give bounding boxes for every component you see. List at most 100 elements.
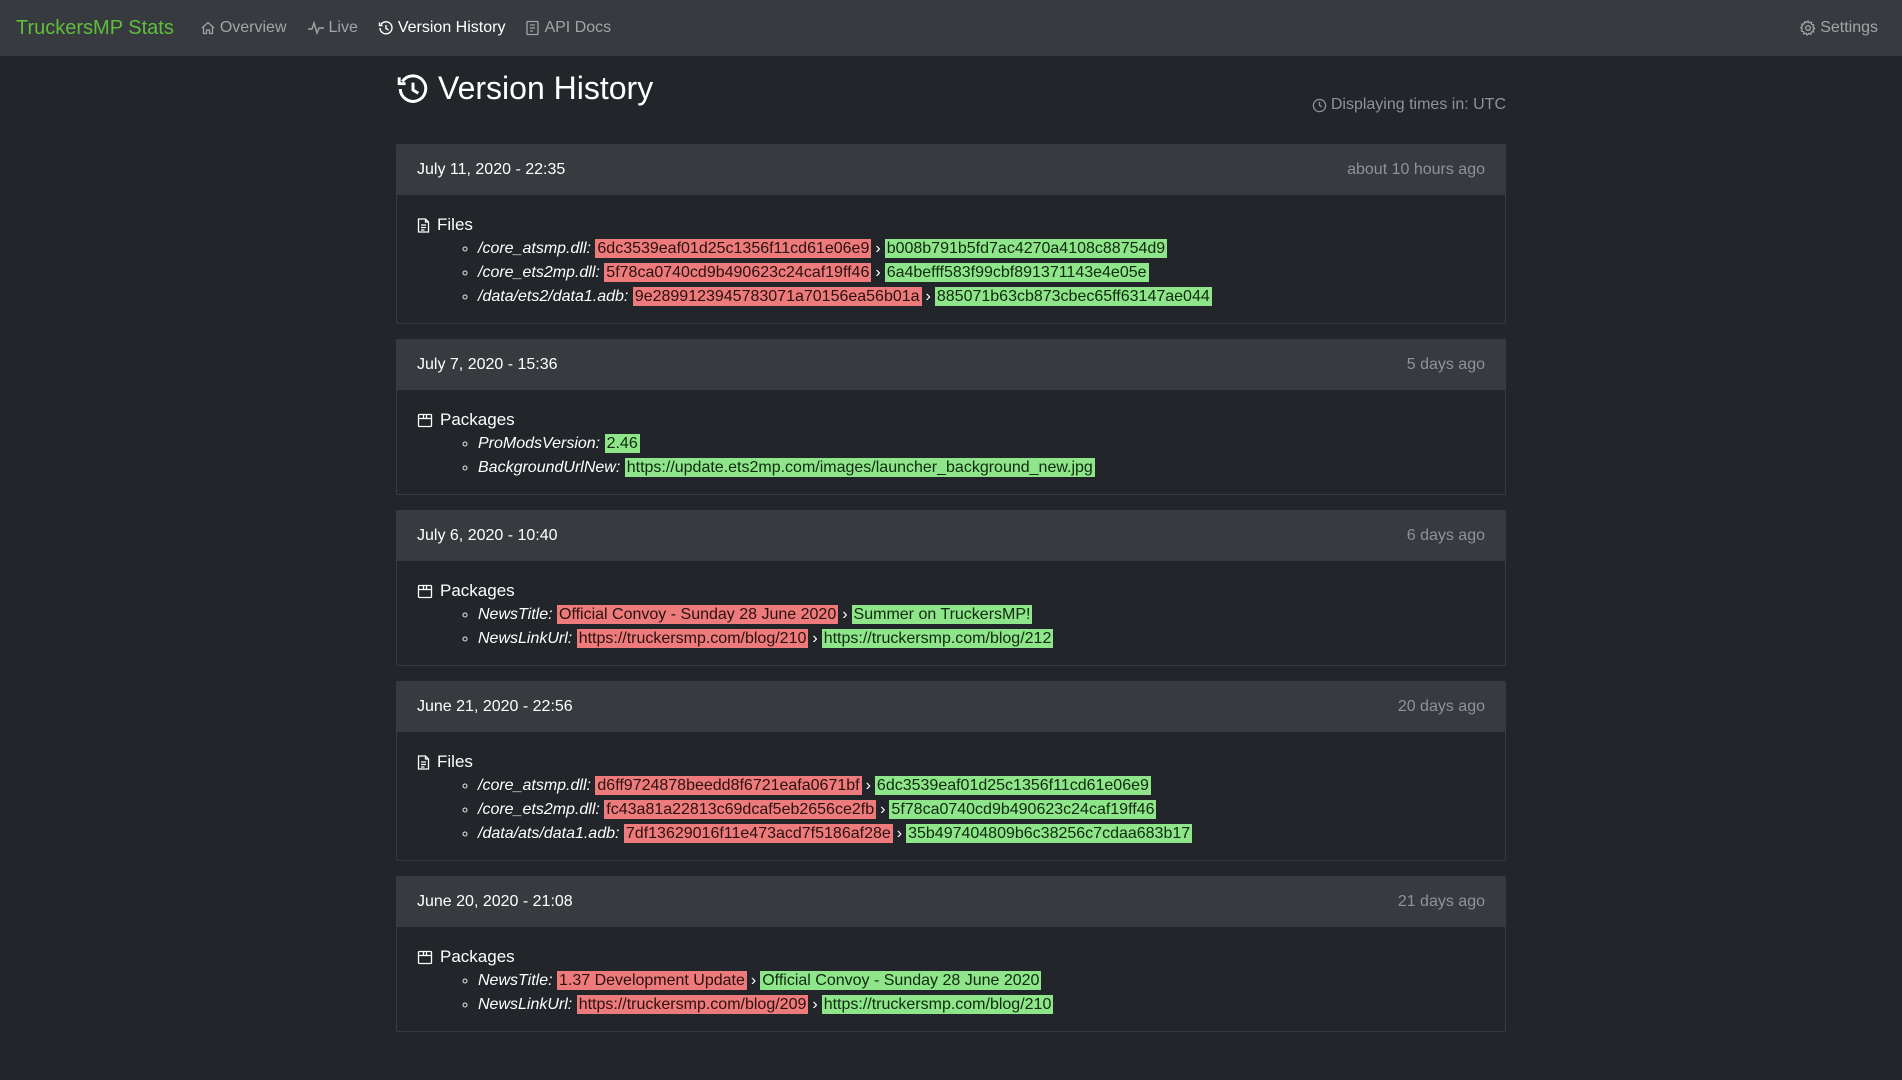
nav-link-label: Version History bbox=[397, 19, 506, 36]
nav-link-version-history[interactable]: Version History bbox=[378, 19, 506, 37]
entry-relative-time: 21 days ago bbox=[1397, 893, 1485, 910]
entry-date: June 21, 2020 - 22:56 bbox=[417, 698, 573, 715]
changes-list: /core_atsmp.dll: 6dc3539eaf01d25c1356f11… bbox=[417, 237, 1485, 309]
new-value: 6dc3539eaf01d25c1356f11cd61e06e9 bbox=[874, 776, 1151, 795]
file-icon bbox=[417, 754, 430, 770]
entry-date: July 11, 2020 - 22:35 bbox=[417, 161, 566, 178]
book-icon bbox=[526, 20, 540, 36]
entry-body: Packages NewsTitle: 1.37 Development Upda… bbox=[397, 927, 1505, 1031]
page-header: Version History Displaying times in: UTC bbox=[396, 70, 1506, 136]
change-key: NewsTitle: bbox=[478, 606, 553, 623]
change-arrow: › bbox=[875, 240, 881, 257]
home-icon bbox=[201, 21, 215, 35]
entry-header: July 11, 2020 - 22:35 about 10 hours ago bbox=[397, 145, 1505, 195]
gear-icon bbox=[1800, 20, 1816, 36]
old-value: https://truckersmp.com/blog/210 bbox=[576, 629, 809, 648]
change-item: /core_atsmp.dll: d6ff9724878beedd8f6721e… bbox=[478, 774, 1485, 798]
change-item: NewsTitle: 1.37 Development Update›Offic… bbox=[478, 969, 1485, 993]
main-content: Version History Displaying times in: UTC… bbox=[396, 56, 1506, 1032]
old-value: 6dc3539eaf01d25c1356f11cd61e06e9 bbox=[595, 239, 872, 258]
change-arrow: › bbox=[925, 288, 931, 305]
change-item: /data/ets2/data1.adb: 9e2899123945783071… bbox=[478, 285, 1485, 309]
old-value: d6ff9724878beedd8f6721eafa0671bf bbox=[595, 776, 862, 795]
new-value: b008b791b5fd7ac4270a4108c88754d9 bbox=[884, 239, 1168, 258]
entry-header: June 20, 2020 - 21:08 21 days ago bbox=[397, 877, 1505, 927]
entry-body: Files/core_atsmp.dll: 6dc3539eaf01d25c13… bbox=[397, 195, 1505, 323]
brand-link[interactable]: TruckersMP Stats bbox=[16, 17, 174, 40]
change-item: /core_atsmp.dll: 6dc3539eaf01d25c1356f11… bbox=[478, 237, 1485, 261]
entry-body: Packages ProModsVersion: 2.46 BackgroundUr… bbox=[397, 390, 1505, 494]
nav-link-settings[interactable]: Settings bbox=[1800, 19, 1878, 37]
change-arrow: › bbox=[880, 801, 886, 818]
package-icon bbox=[417, 413, 433, 427]
new-value: Summer on TruckersMP! bbox=[851, 605, 1033, 624]
change-arrow: › bbox=[896, 825, 903, 842]
entry-date: June 20, 2020 - 21:08 bbox=[417, 893, 573, 910]
new-value: Official Convoy - Sunday 28 June 2020 bbox=[760, 971, 1042, 990]
nav-link-label: Live bbox=[328, 19, 358, 36]
change-item: NewsLinkUrl: https://truckersmp.com/blog… bbox=[478, 627, 1485, 651]
change-arrow: › bbox=[865, 777, 871, 794]
new-value: https://update.ets2mp.com/images/launche… bbox=[624, 458, 1095, 477]
version-entries-list: July 11, 2020 - 22:35 about 10 hours ago F… bbox=[396, 144, 1506, 1032]
nav-link-api-docs[interactable]: API Docs bbox=[525, 19, 611, 37]
change-arrow: › bbox=[750, 972, 757, 989]
version-entry-card: July 6, 2020 - 10:40 6 days ago Packages Ne… bbox=[396, 510, 1506, 666]
old-value: fc43a81a22813c69dcaf5eb2656ce2fb bbox=[604, 800, 877, 819]
new-value: 35b497404809b6c38256c7cdaa683b17 bbox=[906, 824, 1193, 843]
version-entry-card: June 20, 2020 - 21:08 21 days ago Packages… bbox=[396, 876, 1506, 1032]
entry-relative-time: about 10 hours ago bbox=[1347, 161, 1485, 178]
entry-section-title: Packages bbox=[417, 947, 1485, 967]
change-arrow: › bbox=[812, 630, 818, 647]
settings-label: Settings bbox=[1820, 19, 1878, 36]
change-arrow: › bbox=[812, 996, 818, 1013]
package-icon bbox=[417, 950, 433, 964]
change-key: /core_atsmp.dll: bbox=[478, 777, 591, 794]
change-item: /core_ets2mp.dll: 5f78ca0740cd9b490623c2… bbox=[478, 261, 1485, 285]
nav-link-overview[interactable]: Overview bbox=[200, 19, 287, 37]
new-value: https://truckersmp.com/blog/212 bbox=[821, 629, 1054, 648]
entry-section-title: Packages bbox=[417, 410, 1485, 430]
top-navbar: TruckersMP Stats Overview Live Version H… bbox=[0, 0, 1902, 56]
version-entry-card: July 11, 2020 - 22:35 about 10 hours ago F… bbox=[396, 144, 1506, 324]
timezone-note-text: Displaying times in: UTC bbox=[1330, 96, 1506, 113]
section-title-text: Packages bbox=[440, 947, 515, 966]
file-icon bbox=[417, 217, 430, 233]
change-key: /data/ats/data1.adb: bbox=[478, 825, 620, 842]
change-key: /core_ets2mp.dll: bbox=[478, 801, 600, 818]
change-key: /data/ets2/data1.adb: bbox=[478, 288, 629, 305]
timezone-note[interactable]: Displaying times in: UTC bbox=[1312, 96, 1506, 114]
entry-header: June 21, 2020 - 22:56 20 days ago bbox=[397, 682, 1505, 732]
changes-list: /core_atsmp.dll: d6ff9724878beedd8f6721e… bbox=[417, 774, 1485, 846]
entry-date: July 7, 2020 - 15:36 bbox=[417, 356, 558, 373]
page-title-text: Version History bbox=[438, 70, 654, 106]
changes-list: ProModsVersion: 2.46 BackgroundUrlNew: ht… bbox=[417, 432, 1485, 480]
change-key: NewsLinkUrl: bbox=[478, 996, 573, 1013]
entry-body: Packages NewsTitle: Official Convoy - Sun… bbox=[397, 561, 1505, 665]
version-entry-card: July 7, 2020 - 15:36 5 days ago Packages Pr… bbox=[396, 339, 1506, 495]
change-arrow: › bbox=[842, 606, 848, 623]
change-arrow: › bbox=[875, 264, 881, 281]
old-value: 7df13629016f11e473acd7f5186af28e bbox=[623, 824, 893, 843]
entry-header: July 6, 2020 - 10:40 6 days ago bbox=[397, 511, 1505, 561]
section-title-text: Packages bbox=[440, 410, 515, 429]
clock-icon bbox=[1312, 98, 1327, 112]
old-value: Official Convoy - Sunday 28 June 2020 bbox=[557, 605, 839, 624]
change-item: NewsLinkUrl: https://truckersmp.com/blog… bbox=[478, 993, 1485, 1017]
new-value: 2.46 bbox=[604, 434, 640, 453]
entry-body: Files/core_atsmp.dll: d6ff9724878beedd8f… bbox=[397, 732, 1505, 860]
change-key: /core_ets2mp.dll: bbox=[478, 264, 600, 281]
section-title-text: Files bbox=[437, 752, 473, 771]
change-key: ProModsVersion: bbox=[478, 435, 601, 452]
change-item: BackgroundUrlNew: https://update.ets2mp.… bbox=[478, 456, 1485, 480]
new-value: 885071b63cb873cbec65ff63147ae044 bbox=[934, 287, 1212, 306]
changes-list: NewsTitle: Official Convoy - Sunday 28 J… bbox=[417, 603, 1485, 651]
entry-relative-time: 20 days ago bbox=[1397, 698, 1485, 715]
package-icon bbox=[417, 584, 433, 598]
nav-link-live[interactable]: Live bbox=[307, 19, 358, 37]
change-key: NewsLinkUrl: bbox=[478, 630, 573, 647]
history-icon bbox=[378, 21, 393, 35]
change-item: /core_ets2mp.dll: fc43a81a22813c69dcaf5e… bbox=[478, 798, 1485, 822]
new-value: 5f78ca0740cd9b490623c24caf19ff46 bbox=[889, 800, 1157, 819]
old-value: 5f78ca0740cd9b490623c24caf19ff46 bbox=[604, 263, 872, 282]
